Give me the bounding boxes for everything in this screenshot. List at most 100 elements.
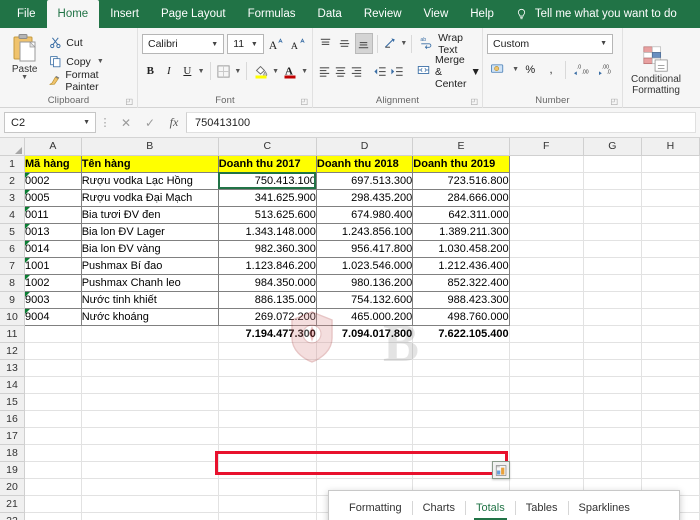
cell-H17[interactable] (641, 427, 699, 444)
number-dialog-launcher[interactable]: ◰ (610, 97, 618, 106)
orientation-caret-icon[interactable]: ▼ (400, 40, 407, 47)
cell-B8[interactable]: Pushmax Chanh leo (81, 274, 218, 291)
cell-D4[interactable]: 674.980.400 (316, 206, 412, 223)
paste-dropdown-caret[interactable]: ▼ (21, 75, 28, 81)
font-color-button[interactable]: A (281, 61, 299, 81)
row-header-18[interactable]: 18 (0, 444, 25, 461)
cell-C14[interactable] (218, 376, 316, 393)
cell-C16[interactable] (218, 410, 316, 427)
qa-tab-totals[interactable]: Totals (466, 499, 515, 518)
cell-B10[interactable]: Nước khoáng (81, 308, 218, 325)
cell-F11[interactable] (509, 325, 583, 342)
cell-H14[interactable] (641, 376, 699, 393)
cell-D15[interactable] (316, 393, 412, 410)
cell-D1[interactable]: Doanh thu 2018 (316, 155, 412, 172)
name-box[interactable]: C2 ▼ (4, 112, 96, 133)
cell-F7[interactable] (509, 257, 583, 274)
cell-H2[interactable] (641, 172, 699, 189)
cell-A7[interactable]: 1001 (25, 257, 82, 274)
cell-F4[interactable] (509, 206, 583, 223)
cell-E14[interactable] (413, 376, 509, 393)
cell-B9[interactable]: Nước tinh khiết (81, 291, 218, 308)
cell-B5[interactable]: Bia lon ĐV Lager (81, 223, 218, 240)
cell-D3[interactable]: 298.435.200 (316, 189, 412, 206)
number-format-combo[interactable]: Custom ▼ (487, 34, 613, 54)
confirm-icon[interactable]: ✓ (138, 112, 162, 133)
cell-A2[interactable]: 0002 (25, 172, 82, 189)
font-name-combo[interactable]: Calibri ▼ (142, 34, 224, 54)
cell-H18[interactable] (641, 444, 699, 461)
tab-home[interactable]: Home (47, 0, 100, 28)
column-header-d[interactable]: D (316, 138, 412, 155)
cell-C8[interactable]: 984.350.000 (218, 274, 316, 291)
cell-A9[interactable]: 9003 (25, 291, 82, 308)
cell-H9[interactable] (641, 291, 699, 308)
cell-C19[interactable] (218, 461, 316, 478)
cell-E4[interactable]: 642.311.000 (413, 206, 509, 223)
row-header-2[interactable]: 2 (0, 172, 25, 189)
clipboard-dialog-launcher[interactable]: ◰ (125, 97, 133, 106)
cell-A21[interactable] (25, 495, 82, 512)
cell-F17[interactable] (509, 427, 583, 444)
cell-A1[interactable]: Mã hàng (25, 155, 82, 172)
qa-tab-formatting[interactable]: Formatting (339, 499, 412, 518)
tab-view[interactable]: View (413, 0, 460, 28)
cell-B2[interactable]: Rượu vodka Lạc Hồng (81, 172, 218, 189)
cell-B11[interactable] (81, 325, 218, 342)
accounting-format-button[interactable] (487, 60, 511, 80)
cell-B15[interactable] (81, 393, 218, 410)
cell-E18[interactable] (413, 444, 509, 461)
cell-E2[interactable]: 723.516.800 (413, 172, 509, 189)
cell-G16[interactable] (583, 410, 641, 427)
cell-H7[interactable] (641, 257, 699, 274)
cell-D7[interactable]: 1.023.546.000 (316, 257, 412, 274)
cell-A3[interactable]: 0005 (25, 189, 82, 206)
cell-B17[interactable] (81, 427, 218, 444)
cell-H4[interactable] (641, 206, 699, 223)
cell-A5[interactable]: 0013 (25, 223, 82, 240)
column-header-e[interactable]: E (413, 138, 509, 155)
row-header-1[interactable]: 1 (0, 155, 25, 172)
decrease-decimal-button[interactable]: .00.0 (594, 60, 618, 80)
increase-indent-button[interactable] (389, 61, 405, 82)
cell-G2[interactable] (583, 172, 641, 189)
column-header-h[interactable]: H (641, 138, 699, 155)
row-header-5[interactable]: 5 (0, 223, 25, 240)
qa-tab-charts[interactable]: Charts (413, 499, 465, 518)
cell-D6[interactable]: 956.417.800 (316, 240, 412, 257)
alignment-dialog-launcher[interactable]: ◰ (470, 97, 478, 106)
align-left-button[interactable] (317, 61, 332, 82)
cell-F8[interactable] (509, 274, 583, 291)
accounting-caret-icon[interactable]: ▼ (512, 66, 520, 73)
cell-F10[interactable] (509, 308, 583, 325)
tab-review[interactable]: Review (353, 0, 413, 28)
cell-C4[interactable]: 513.625.600 (218, 206, 316, 223)
column-header-b[interactable]: B (81, 138, 218, 155)
cell-G5[interactable] (583, 223, 641, 240)
align-middle-button[interactable] (336, 33, 354, 54)
fill-color-caret-icon[interactable]: ▼ (272, 68, 279, 75)
tab-formulas[interactable]: Formulas (237, 0, 307, 28)
cell-E9[interactable]: 988.423.300 (413, 291, 509, 308)
row-header-22[interactable]: 22 (0, 512, 25, 520)
decrease-font-size-button[interactable]: A (289, 34, 308, 54)
cut-button[interactable]: Cut (45, 34, 133, 51)
cell-B20[interactable] (81, 478, 218, 495)
formula-input[interactable]: 750413100 (186, 112, 696, 133)
cell-E11[interactable]: 7.622.105.400 (413, 325, 509, 342)
cell-E8[interactable]: 852.322.400 (413, 274, 509, 291)
align-right-button[interactable] (349, 61, 364, 82)
font-dialog-launcher[interactable]: ◰ (300, 97, 308, 106)
borders-caret-icon[interactable]: ▼ (234, 68, 241, 75)
cell-A6[interactable]: 0014 (25, 240, 82, 257)
cell-A12[interactable] (25, 342, 82, 359)
cell-B14[interactable] (81, 376, 218, 393)
cell-A8[interactable]: 1002 (25, 274, 82, 291)
cell-G4[interactable] (583, 206, 641, 223)
cell-D17[interactable] (316, 427, 412, 444)
cell-A20[interactable] (25, 478, 82, 495)
cell-E5[interactable]: 1.389.211.300 (413, 223, 509, 240)
row-header-7[interactable]: 7 (0, 257, 25, 274)
cell-F14[interactable] (509, 376, 583, 393)
cell-B7[interactable]: Pushmax Bí đao (81, 257, 218, 274)
